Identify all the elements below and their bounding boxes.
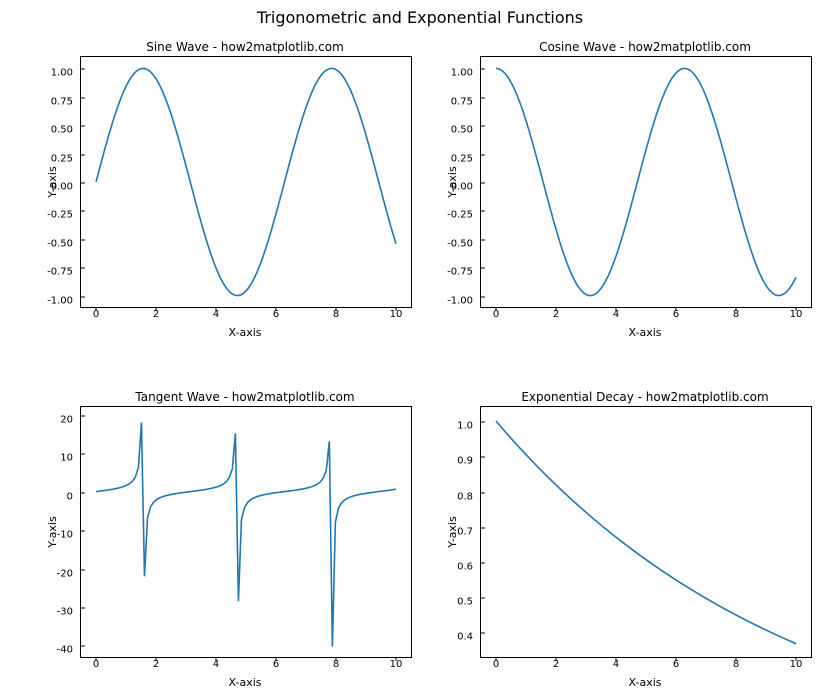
y-tick-label: -40 [57, 645, 73, 656]
x-axis-label: X-axis [480, 676, 810, 689]
x-ticks: 0 2 4 6 8 10 [81, 657, 411, 673]
y-tick-label: 0.00 [51, 182, 73, 193]
x-axis-label: X-axis [80, 676, 410, 689]
y-tick-label: 0 [67, 491, 73, 502]
y-tick-label: -0.75 [47, 267, 73, 278]
line-series [81, 57, 411, 307]
y-tick-label: 0.50 [451, 125, 473, 136]
subplot-3: Exponential Decay - how2matplotlib.com Y-… [480, 390, 810, 689]
x-tick-label: 10 [790, 309, 803, 320]
y-ticks: -1.00 -0.75 -0.50 -0.25 0.00 0.25 0.50 0.75 1.00 [41, 57, 77, 307]
x-tick-label: 10 [390, 659, 403, 670]
figure-suptitle: Trigonometric and Exponential Functions [0, 8, 840, 27]
x-tick-label: 2 [153, 659, 159, 670]
y-tick-label: -1.00 [47, 295, 73, 306]
y-tick-label: 0.50 [51, 125, 73, 136]
y-tick-label: 1.0 [457, 421, 473, 432]
subplot-title: Exponential Decay - how2matplotlib.com [480, 390, 810, 404]
line-series [481, 407, 811, 657]
plot-area: Y-axis-40-30-20-10010200246810 [80, 406, 412, 658]
x-axis-label: X-axis [480, 326, 810, 339]
y-tick-label: 0.00 [451, 182, 473, 193]
plot-area: Y-axis-1.00-0.75-0.50-0.250.000.250.500.… [480, 56, 812, 308]
subplot-title: Tangent Wave - how2matplotlib.com [80, 390, 410, 404]
x-tick-label: 6 [273, 659, 279, 670]
x-tick-label: 10 [390, 309, 403, 320]
x-ticks: 0 2 4 6 8 10 [81, 307, 411, 323]
x-tick-label: 4 [613, 659, 619, 670]
x-axis-label: X-axis [80, 326, 410, 339]
y-tick-label: 0.8 [457, 491, 473, 502]
plot-area: Y-axis-1.00-0.75-0.50-0.250.000.250.500.… [80, 56, 412, 308]
x-tick-label: 0 [493, 309, 499, 320]
y-ticks: -40 -30 -20 -10 0 10 20 [41, 407, 77, 657]
y-tick-label: -0.75 [447, 267, 473, 278]
y-tick-label: 1.00 [51, 68, 73, 79]
x-tick-label: 8 [733, 659, 739, 670]
x-tick-label: 4 [213, 659, 219, 670]
y-tick-label: 0.9 [457, 456, 473, 467]
y-tick-label: -0.50 [47, 238, 73, 249]
x-tick-label: 0 [493, 659, 499, 670]
y-tick-label: 0.6 [457, 561, 473, 572]
y-tick-label: 1.00 [451, 68, 473, 79]
subplot-title: Sine Wave - how2matplotlib.com [80, 40, 410, 54]
line-series [81, 407, 411, 657]
x-tick-label: 6 [673, 659, 679, 670]
y-ticks: -1.00 -0.75 -0.50 -0.25 0.00 0.25 0.50 0.75 1.00 [441, 57, 477, 307]
x-tick-label: 0 [93, 309, 99, 320]
subplot-2: Tangent Wave - how2matplotlib.com Y-axis-… [80, 390, 410, 689]
subplot-title: Cosine Wave - how2matplotlib.com [480, 40, 810, 54]
y-tick-label: -0.25 [447, 210, 473, 221]
x-tick-label: 8 [333, 309, 339, 320]
y-tick-label: -0.50 [447, 238, 473, 249]
x-tick-label: 0 [93, 659, 99, 670]
y-tick-label: 0.7 [457, 526, 473, 537]
y-tick-label: 20 [60, 414, 73, 425]
line-series [481, 57, 811, 307]
figure: Trigonometric and Exponential Functions … [0, 0, 840, 700]
y-tick-label: 0.75 [51, 96, 73, 107]
x-ticks: 0 2 4 6 8 10 [481, 307, 811, 323]
x-tick-label: 4 [213, 309, 219, 320]
y-tick-label: -0.25 [47, 210, 73, 221]
x-ticks: 0 2 4 6 8 10 [481, 657, 811, 673]
x-tick-label: 10 [790, 659, 803, 670]
y-tick-label: -20 [57, 568, 73, 579]
y-tick-label: -1.00 [447, 295, 473, 306]
x-tick-label: 8 [733, 309, 739, 320]
x-tick-label: 8 [333, 659, 339, 670]
subplot-1: Cosine Wave - how2matplotlib.com Y-axis-1… [480, 40, 810, 339]
y-tick-label: 0.5 [457, 597, 473, 608]
plot-area: Y-axis0.40.50.60.70.80.91.00246810 [480, 406, 812, 658]
x-tick-label: 6 [673, 309, 679, 320]
x-tick-label: 4 [613, 309, 619, 320]
y-tick-label: -30 [57, 607, 73, 618]
x-tick-label: 2 [553, 309, 559, 320]
x-tick-label: 2 [153, 309, 159, 320]
subplot-0: Sine Wave - how2matplotlib.com Y-axis-1.0… [80, 40, 410, 339]
x-tick-label: 2 [553, 659, 559, 670]
y-tick-label: 0.25 [451, 153, 473, 164]
x-tick-label: 6 [273, 309, 279, 320]
y-ticks: 0.4 0.5 0.6 0.7 0.8 0.9 1.0 [441, 407, 477, 657]
y-tick-label: 10 [60, 453, 73, 464]
y-tick-label: -10 [57, 530, 73, 541]
y-tick-label: 0.4 [457, 632, 473, 643]
y-tick-label: 0.75 [451, 96, 473, 107]
y-tick-label: 0.25 [51, 153, 73, 164]
